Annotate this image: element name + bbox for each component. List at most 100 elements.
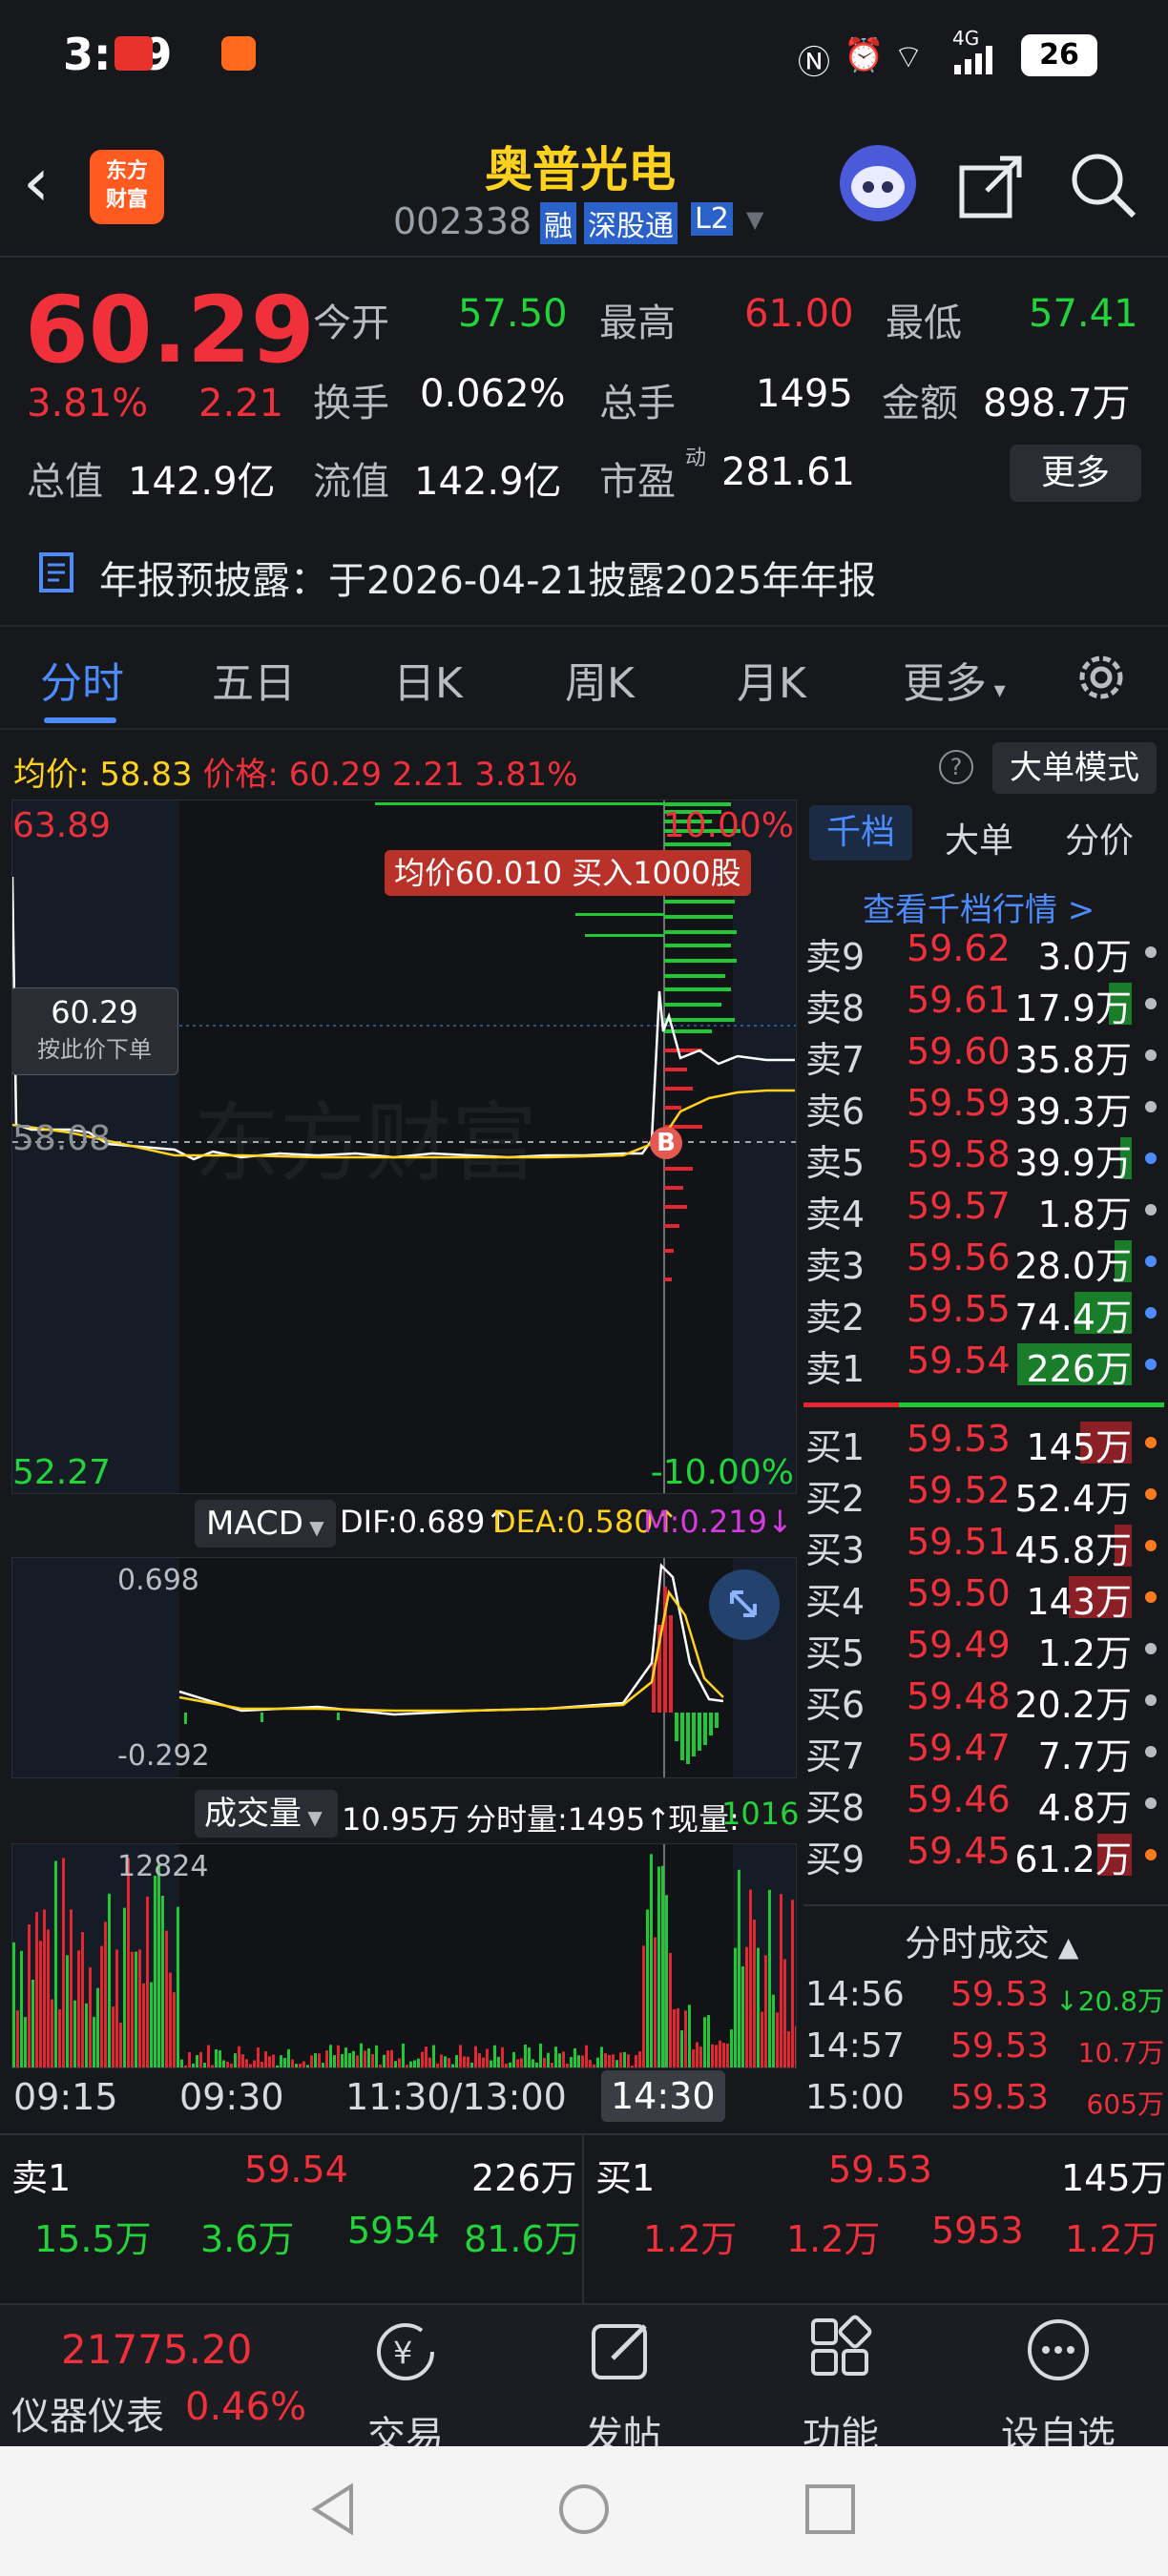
tab-big-orders[interactable]: 大单 xyxy=(945,813,1013,862)
big-order-mode-button[interactable]: 大单模式 xyxy=(992,742,1157,794)
ask-row[interactable]: 卖6 59.59 39.3万 xyxy=(803,1082,1168,1133)
bid-row[interactable]: 买8 59.46 4.8万 xyxy=(803,1778,1168,1830)
time-label-0930: 09:30 xyxy=(179,2076,284,2118)
index-name[interactable]: 仪器仪表 xyxy=(11,2385,164,2441)
ask-row[interactable]: 卖9 59.62 3.0万 xyxy=(803,927,1168,979)
y-axis-mid: 58.08 xyxy=(12,1119,112,1158)
volume-bar xyxy=(631,2065,634,2067)
ask-price: 59.61 xyxy=(907,979,1011,1021)
volume-bar xyxy=(493,2045,496,2067)
notice-text[interactable]: 年报预披露：于2026-04-21披露2025年年报 xyxy=(99,550,876,605)
tab-daily[interactable]: 日K xyxy=(393,649,463,710)
ask-row[interactable]: 卖4 59.57 1.8万 xyxy=(803,1185,1168,1236)
view-depth-link[interactable]: 查看千档行情 > xyxy=(863,883,1095,930)
tab-intraday[interactable]: 分时 xyxy=(40,649,124,710)
volume-bar xyxy=(35,1912,38,2067)
volume-bar xyxy=(730,2029,733,2067)
back-icon[interactable]: ‹ xyxy=(23,149,50,216)
bid-row[interactable]: 买3 59.51 45.8万 xyxy=(803,1521,1168,1572)
bid-row[interactable]: 买9 59.45 61.2万 xyxy=(803,1830,1168,1881)
ticks-divider xyxy=(803,1904,1168,1906)
volume-bar xyxy=(482,2057,485,2067)
ask-row[interactable]: 卖1 59.54 226万 xyxy=(803,1340,1168,1391)
volume-bar xyxy=(161,1895,164,2067)
macd-chart[interactable]: 0.698 -0.292 xyxy=(11,1557,797,1778)
volume-bar xyxy=(509,2062,511,2067)
chevron-down-icon[interactable]: ▼ xyxy=(746,206,763,233)
volume-bar xyxy=(188,2051,191,2067)
volume-bar xyxy=(638,2051,641,2067)
ask-volume: 17.9万 xyxy=(1014,987,1132,1029)
buy-marker[interactable]: B xyxy=(650,1127,682,1159)
intraday-price-chart[interactable]: 东方财富 63.89 58.08 52.27 10.00% -10.00% 均价… xyxy=(11,800,797,1494)
tab-orderbook-depth[interactable]: 千档 xyxy=(809,805,912,861)
volume-selector[interactable]: 成交量 ▼ xyxy=(195,1790,338,1838)
volume-bar xyxy=(703,2017,706,2067)
system-home-icon[interactable] xyxy=(555,2481,613,2538)
ask-volume: 28.0万 xyxy=(1014,1245,1132,1287)
settings-gear-icon[interactable] xyxy=(1073,649,1130,706)
bid-row[interactable]: 买6 59.48 20.2万 xyxy=(803,1675,1168,1727)
bid-price: 59.53 xyxy=(907,1418,1011,1460)
ask-row[interactable]: 卖3 59.56 28.0万 xyxy=(803,1236,1168,1288)
volume-bar xyxy=(604,2053,607,2067)
trade-banner[interactable]: 均价60.010 买入1000股 xyxy=(385,850,751,896)
macd-selector[interactable]: MACD ▼ xyxy=(195,1500,336,1548)
bid-volume: 1.2万 xyxy=(1037,1632,1132,1674)
tab-price-distribution[interactable]: 分价 xyxy=(1065,813,1134,862)
bid-row[interactable]: 买5 59.49 1.2万 xyxy=(803,1624,1168,1675)
system-back-icon[interactable] xyxy=(305,2481,363,2538)
more-dots-icon[interactable] xyxy=(1025,2316,1092,2383)
volume-bar xyxy=(203,2062,206,2067)
volume-bar xyxy=(539,2043,542,2067)
tab-five-day[interactable]: 五日 xyxy=(212,649,296,710)
volume-bar xyxy=(470,2062,473,2067)
system-recents-icon[interactable] xyxy=(803,2483,857,2536)
more-button[interactable]: 更多 xyxy=(1010,445,1141,502)
ask-row[interactable]: 卖2 59.55 74.4万 xyxy=(803,1288,1168,1340)
tab-more[interactable]: 更多 ▾ xyxy=(903,649,1006,710)
volume-bar xyxy=(554,2046,557,2067)
volume-bar xyxy=(558,2053,561,2067)
tag-margin: 融 xyxy=(540,202,576,244)
volume-bar xyxy=(24,2017,27,2067)
robot-assistant-icon[interactable] xyxy=(840,145,916,221)
volume-bar xyxy=(299,2064,302,2067)
volume-bar xyxy=(421,2051,424,2067)
search-icon[interactable] xyxy=(1069,151,1137,219)
ask-row[interactable]: 卖5 59.58 39.9万 xyxy=(803,1133,1168,1185)
volume-bar xyxy=(768,1889,771,2067)
volume-bar xyxy=(66,1955,69,2067)
index-value[interactable]: 21775.20 xyxy=(61,2326,252,2373)
tab-weekly[interactable]: 周K xyxy=(565,649,635,710)
volume-chart[interactable]: 12824 xyxy=(11,1843,797,2068)
expand-icon[interactable] xyxy=(709,1569,780,1640)
volume-bar xyxy=(612,2054,615,2067)
post-icon[interactable] xyxy=(588,2316,655,2383)
pe-label: 市盈 xyxy=(599,460,676,504)
price-label: 价格: xyxy=(202,756,279,794)
volume-bar xyxy=(112,2006,115,2067)
trade-icon[interactable]: ¥ xyxy=(372,2318,439,2385)
bid-row[interactable]: 买2 59.52 52.4万 xyxy=(803,1469,1168,1521)
ask-row[interactable]: 卖8 59.61 17.9万 xyxy=(803,979,1168,1030)
bid-row[interactable]: 买1 59.53 145万 xyxy=(803,1418,1168,1469)
ask-volume: 39.3万 xyxy=(1014,1091,1132,1132)
bid-price: 59.47 xyxy=(907,1727,1011,1769)
bottom-sell-label: 卖1 xyxy=(11,2157,72,2199)
volume-bar xyxy=(375,2045,378,2067)
volume-bar xyxy=(451,2064,454,2067)
volume-bar xyxy=(722,2043,725,2067)
tick-price: 59.53 xyxy=(950,2026,1050,2066)
sell-row-cell: 81.6万 xyxy=(464,2218,581,2260)
tab-monthly[interactable]: 月K xyxy=(737,649,806,710)
ticks-title[interactable]: 分时成交 ▲ xyxy=(905,1914,1078,1966)
ask-row[interactable]: 卖7 59.60 35.8万 xyxy=(803,1030,1168,1082)
bid-row[interactable]: 买4 59.50 143万 xyxy=(803,1572,1168,1624)
price-tooltip[interactable]: 60.29 按此价下单 xyxy=(12,987,178,1075)
bid-row[interactable]: 买7 59.47 7.7万 xyxy=(803,1727,1168,1778)
function-grid-icon[interactable] xyxy=(807,2315,874,2381)
share-icon[interactable] xyxy=(958,153,1025,219)
help-icon[interactable]: ? xyxy=(939,750,973,784)
price-value: 60.29 xyxy=(288,756,383,794)
